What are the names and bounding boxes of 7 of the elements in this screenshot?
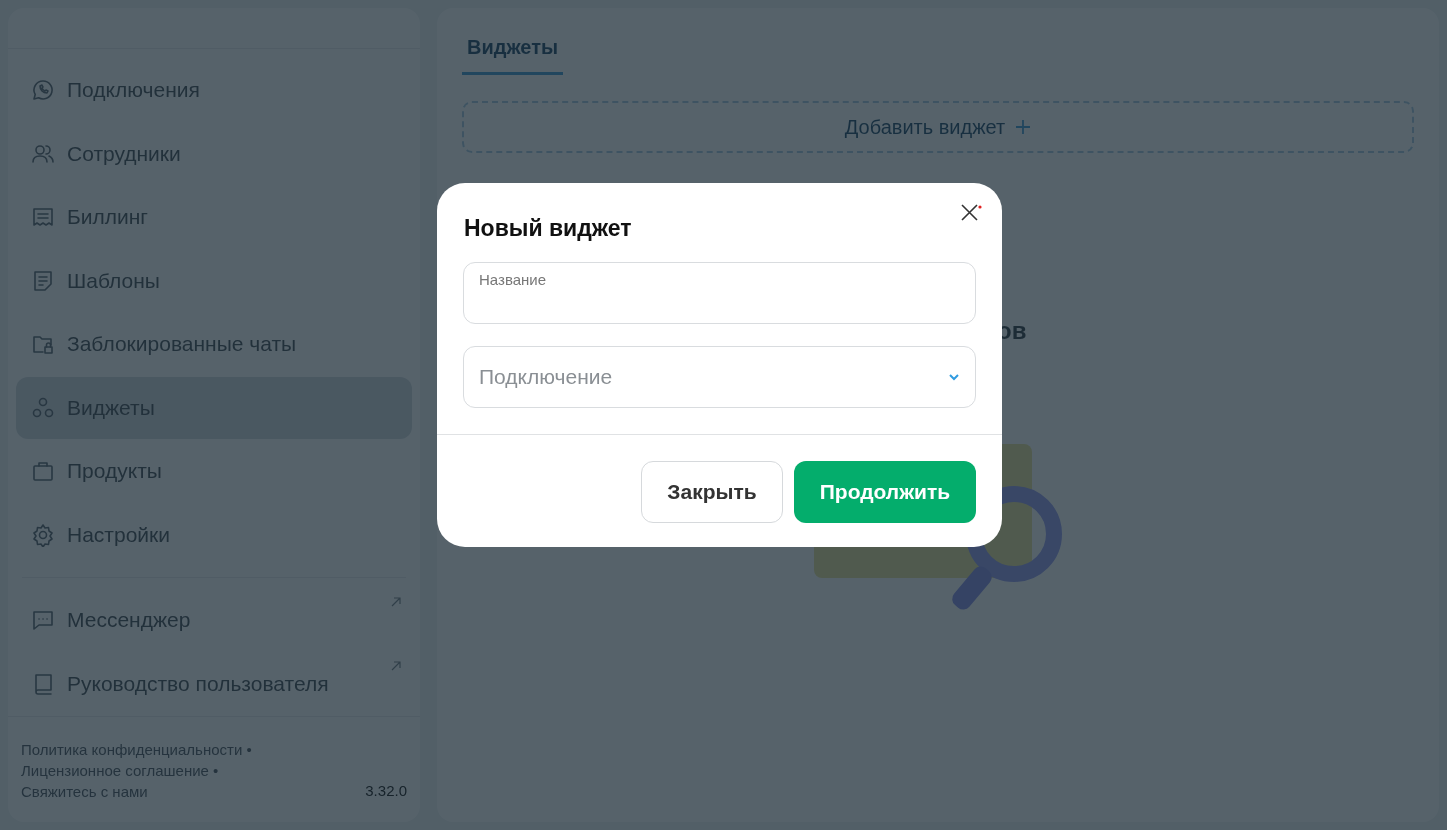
name-field[interactable]: Название [463, 261, 976, 324]
chevron-down-icon [948, 372, 960, 381]
modal-title: Новый виджет [464, 214, 632, 243]
close-button[interactable]: Закрыть [641, 460, 783, 523]
continue-button[interactable]: Продолжить [794, 460, 976, 523]
connection-select[interactable]: Подключение [463, 345, 976, 408]
version-text: 3.32.0 [365, 780, 407, 801]
